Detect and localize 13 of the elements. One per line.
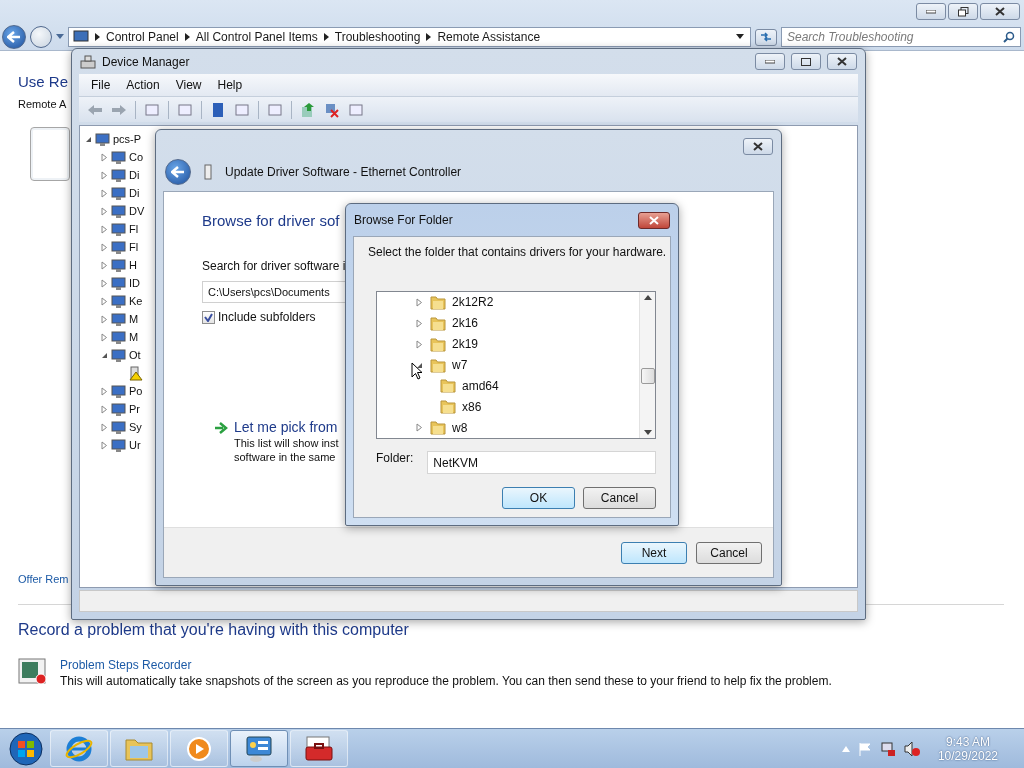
option-description: This list will show inst bbox=[234, 437, 339, 449]
window-title: Browse For Folder bbox=[354, 213, 453, 227]
folder-label: Folder: bbox=[376, 451, 414, 465]
description-text: Remote A bbox=[18, 98, 67, 110]
section-heading: Record a problem that you're having with this computer bbox=[18, 621, 409, 639]
section-heading: Use Re bbox=[18, 73, 69, 90]
window-title: Device Manager bbox=[102, 54, 190, 69]
option-description: software in the same bbox=[234, 451, 336, 463]
field-label: Search for driver software i bbox=[202, 259, 346, 273]
dialog-heading: Browse for driver sof bbox=[202, 212, 340, 229]
instruction-text: Select the folder that contains drivers for your hardware. bbox=[368, 245, 667, 259]
recorder-description: This will automatically take snapshots of the screen as you reproduce the problem. You can then send these to your friend to help fix the problem. bbox=[60, 674, 832, 688]
window-title: Update Driver Software - Ethernet Controller bbox=[225, 165, 462, 179]
